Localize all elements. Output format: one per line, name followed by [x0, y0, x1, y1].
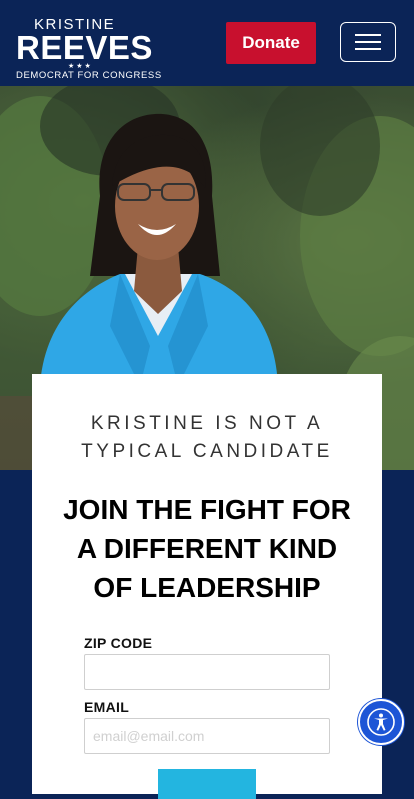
- hamburger-menu-icon[interactable]: [340, 22, 396, 62]
- tagline-line-2: TYPICAL CANDIDATE: [81, 441, 333, 462]
- site-header: KRISTINE REEVES ★★★ DEMOCRAT FOR CONGRES…: [0, 0, 414, 86]
- signup-card: KRISTINE IS NOT A TYPICAL CANDIDATE JOIN…: [32, 374, 382, 799]
- headline: JOIN THE FIGHT FOR A DIFFERENT KIND OF L…: [32, 490, 382, 607]
- accessibility-icon[interactable]: [358, 699, 404, 745]
- tagline-line-1: KRISTINE IS NOT A: [90, 413, 324, 434]
- headline-line-3: OF LEADERSHIP: [93, 572, 321, 603]
- headline-line-2: A DIFFERENT KIND: [76, 533, 338, 564]
- headline-line-1: JOIN THE FIGHT FOR: [63, 494, 351, 525]
- logo-subtitle: DEMOCRAT FOR CONGRESS: [16, 70, 162, 81]
- zip-code-label: ZIP CODE: [84, 635, 153, 651]
- submit-button[interactable]: [158, 769, 256, 799]
- logo-last-name: REEVES: [16, 29, 153, 66]
- logo-stars: ★★★: [68, 63, 93, 70]
- tagline: KRISTINE IS NOT A TYPICAL CANDIDATE: [32, 410, 382, 466]
- zip-code-field[interactable]: [84, 654, 330, 690]
- email-field[interactable]: [84, 718, 330, 754]
- campaign-logo[interactable]: KRISTINE REEVES ★★★ DEMOCRAT FOR CONGRES…: [16, 16, 161, 81]
- email-label: EMAIL: [84, 699, 130, 715]
- donate-button[interactable]: Donate: [226, 22, 316, 64]
